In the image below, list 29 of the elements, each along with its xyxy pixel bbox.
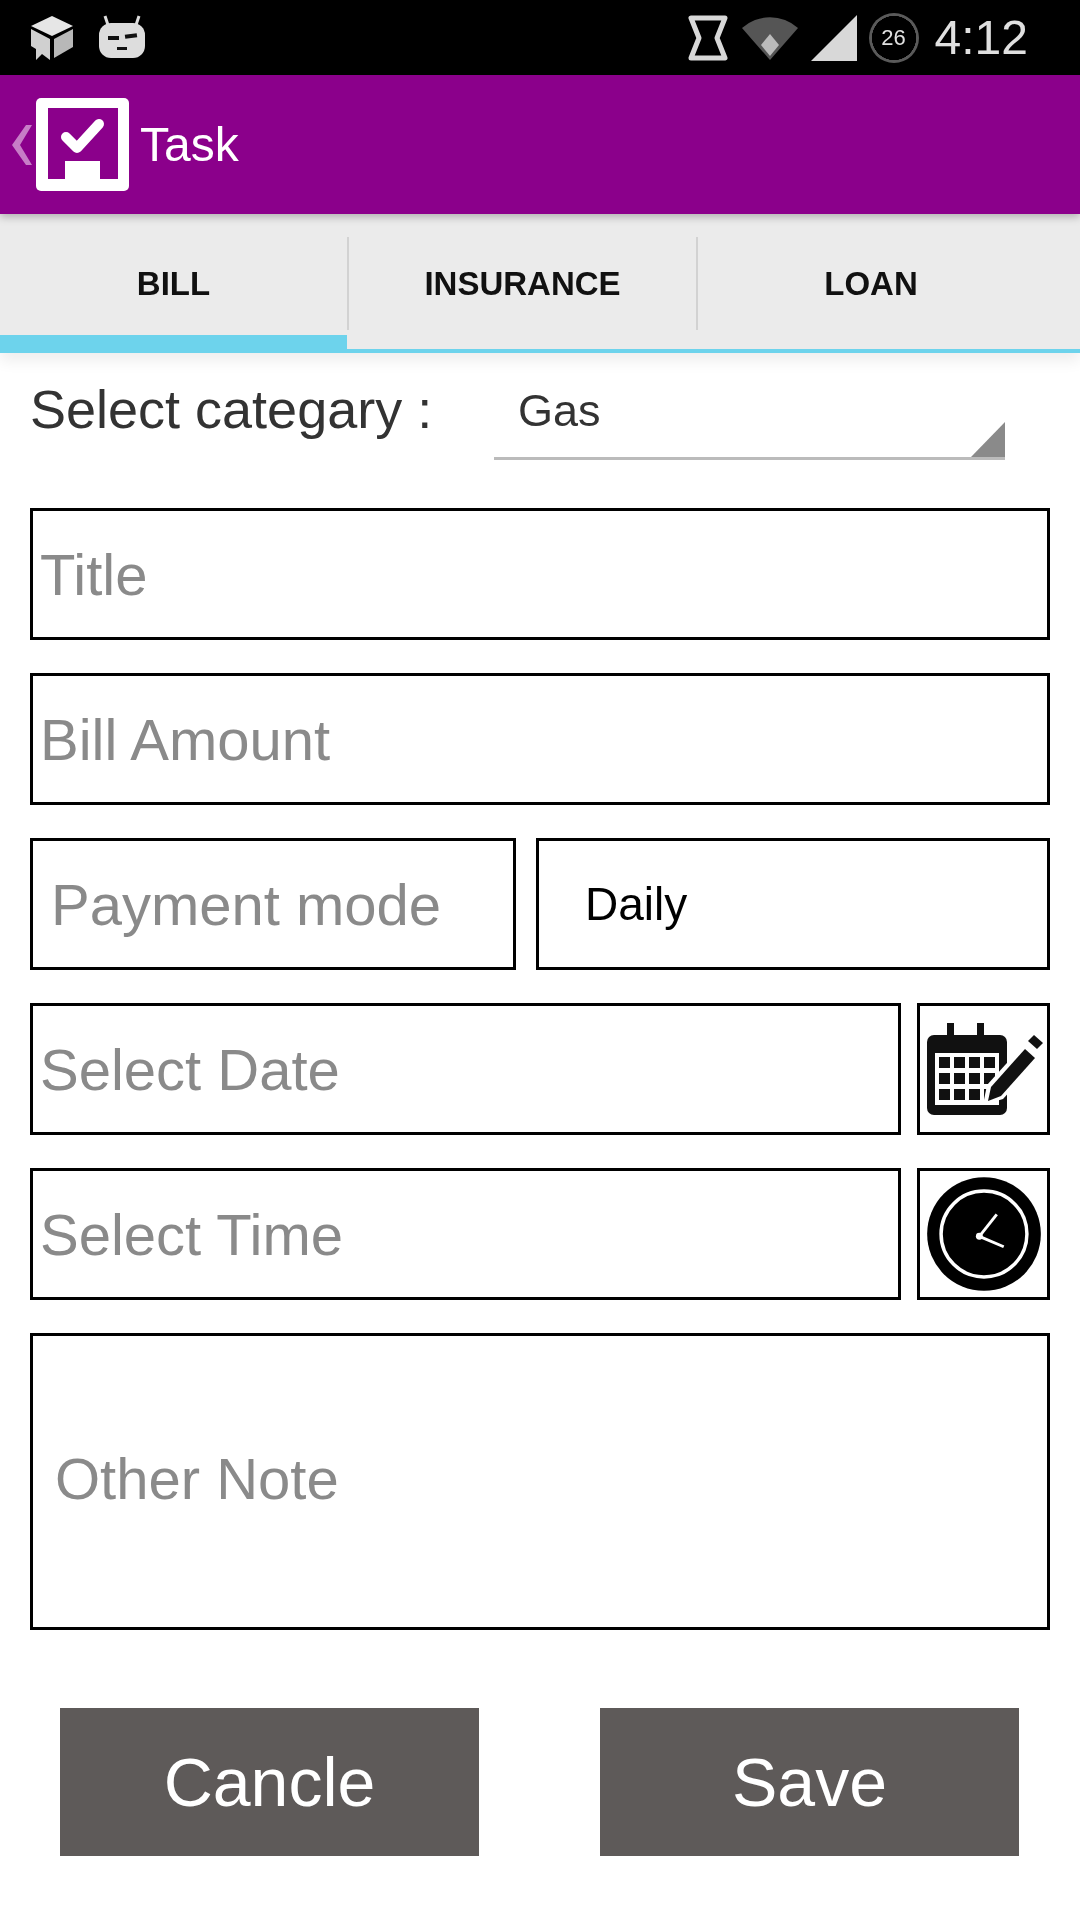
time-field[interactable]: Select Time	[30, 1168, 901, 1300]
date-picker-button[interactable]	[917, 1003, 1050, 1135]
cancel-button[interactable]: Cancle	[60, 1708, 479, 1856]
cube-icon	[30, 13, 75, 62]
dropdown-triangle-icon	[971, 422, 1005, 457]
wifi-icon	[740, 15, 799, 60]
category-dropdown[interactable]: Gas	[494, 380, 1005, 460]
tab[interactable]: BILL	[0, 214, 347, 349]
tab[interactable]: LOAN	[698, 214, 1080, 349]
signal-icon	[810, 14, 857, 61]
tab[interactable]: INSURANCE	[349, 214, 696, 349]
date-field[interactable]: Select Date	[30, 1003, 901, 1135]
title-field[interactable]: Title	[30, 508, 1050, 640]
time-picker-button[interactable]	[917, 1168, 1050, 1300]
amount-field[interactable]: Bill Amount	[30, 673, 1050, 805]
battery-indicator: 26	[868, 12, 919, 63]
save-button[interactable]: Save	[600, 1708, 1019, 1856]
status-time: 4:12	[934, 13, 1028, 62]
category-label: Select categary :	[30, 378, 433, 440]
back-icon[interactable]	[12, 124, 32, 165]
clock-icon	[925, 1176, 1042, 1292]
app-logo-icon	[36, 98, 129, 191]
frequency-field[interactable]: Daily	[536, 838, 1050, 970]
payment-mode-field[interactable]: Payment mode	[30, 838, 516, 970]
note-field[interactable]: Other Note	[30, 1333, 1050, 1630]
calendar-icon	[924, 1021, 1043, 1117]
robot-face-icon	[97, 15, 147, 60]
hourglass-icon	[686, 13, 729, 62]
app-title: Task	[140, 117, 239, 172]
